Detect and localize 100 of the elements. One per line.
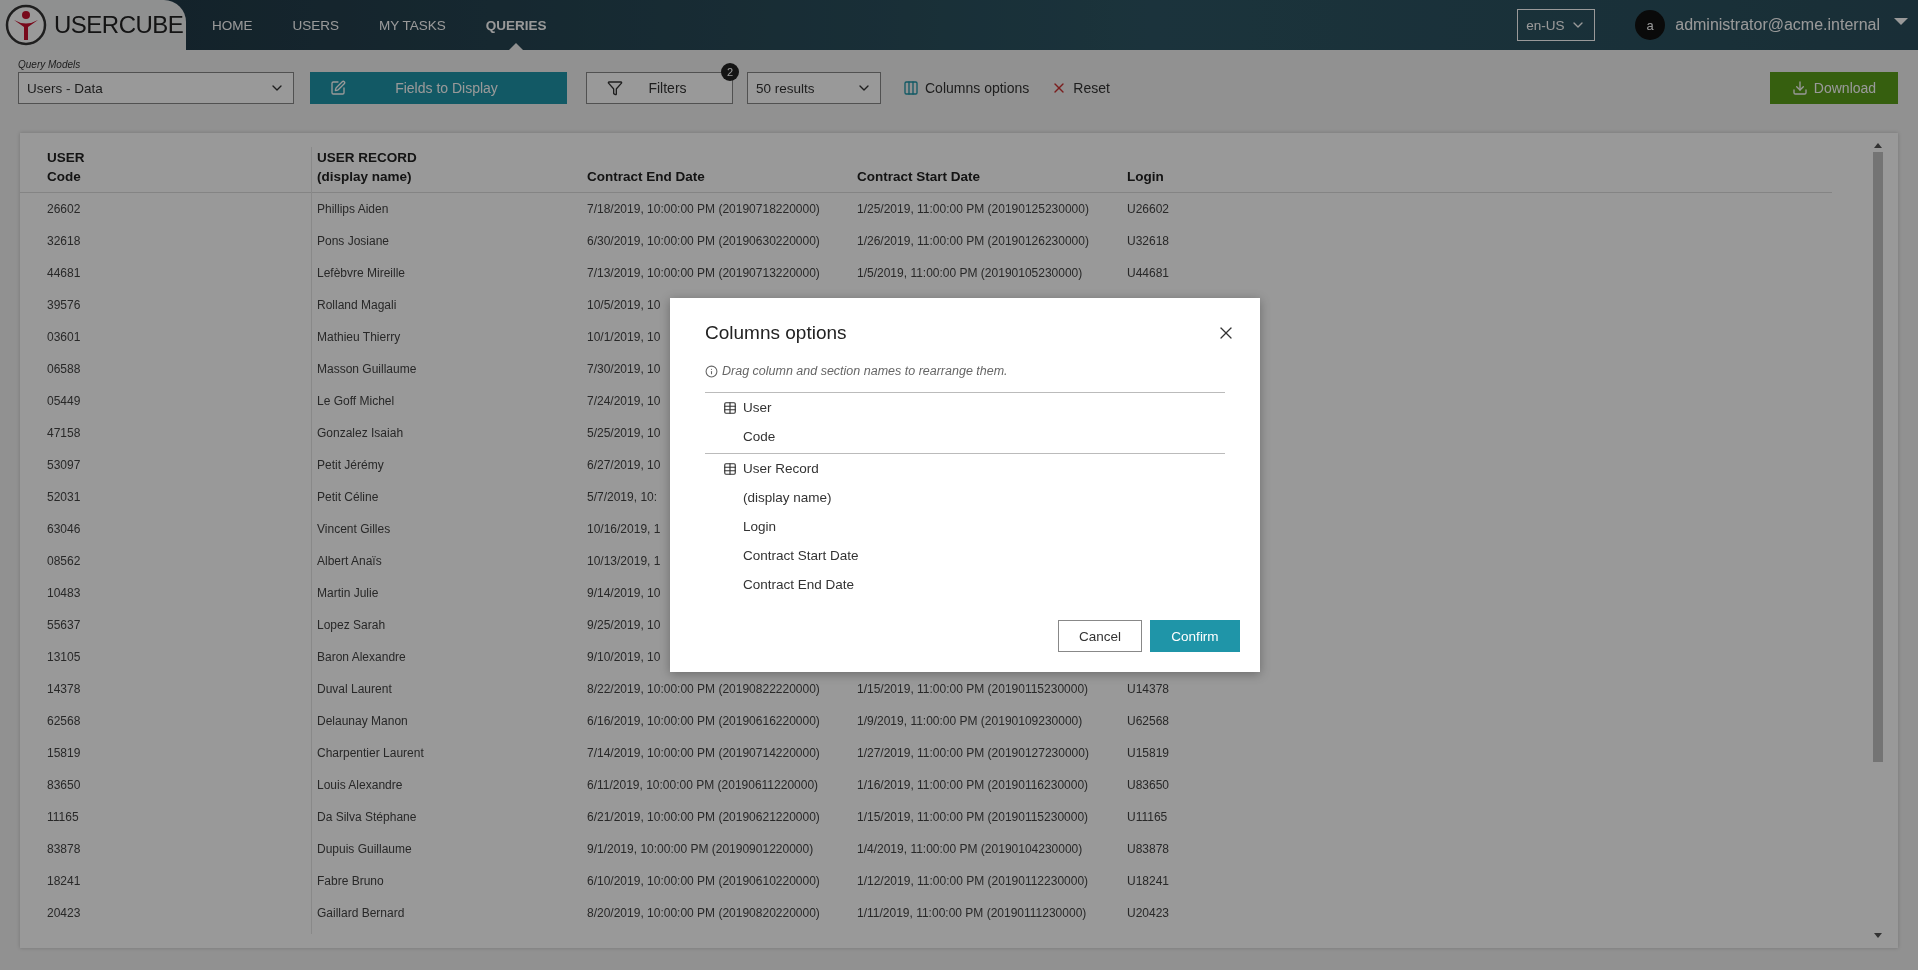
table-cell: Mathieu Thierry xyxy=(317,330,401,344)
columns-options-button[interactable]: Columns options xyxy=(903,72,1030,104)
table-cell: Duval Laurent xyxy=(317,682,392,696)
table-cell: Lopez Sarah xyxy=(317,618,386,632)
hint-text: Drag column and section names to rearrange them. xyxy=(722,364,1008,378)
column-header[interactable]: (display name) xyxy=(317,167,587,186)
columns-icon xyxy=(903,80,919,96)
section-name[interactable]: User xyxy=(743,400,772,415)
section-name[interactable]: User Record xyxy=(743,461,819,476)
download-icon xyxy=(1791,80,1808,96)
user-email[interactable]: administrator@acme.internal xyxy=(1675,16,1880,34)
info-icon xyxy=(705,364,718,378)
table-cell: Le Goff Michel xyxy=(317,394,395,408)
table-cell: Rolland Magali xyxy=(317,298,397,312)
confirm-button[interactable]: Confirm xyxy=(1150,620,1240,652)
table-cell: Dupuis Guillaume xyxy=(317,842,412,856)
column-name[interactable]: (display name) xyxy=(705,483,832,512)
table-cell: 06588 xyxy=(47,362,81,376)
table-cell: 9/10/2019, 10 xyxy=(587,650,661,664)
table-cell: 26602 xyxy=(47,202,81,216)
table-cell: 1/9/2019, 11:00:00 PM (20190109230000) xyxy=(857,714,1083,728)
table-cell: Martin Julie xyxy=(317,586,379,600)
table-cell: 1/15/2019, 11:00:00 PM (20190115230000) xyxy=(857,810,1089,824)
table-cell: Gaillard Bernard xyxy=(317,906,405,920)
table-cell: 10/13/2019, 1 xyxy=(587,554,661,568)
table-cell: 6/21/2019, 10:00:00 PM (20190621220000) xyxy=(587,810,820,824)
table-cell: 20423 xyxy=(47,906,81,920)
table-cell: 1/16/2019, 11:00:00 PM (20190116230000) xyxy=(857,778,1089,792)
table-cell: 9/1/2019, 10:00:00 PM (20190901220000) xyxy=(587,842,814,856)
table-cell: 18241 xyxy=(47,874,81,888)
caret-icon[interactable] xyxy=(1894,17,1908,25)
column-name[interactable]: Code xyxy=(705,422,776,451)
table-cell: 7/13/2019, 10:00:00 PM (20190713220000) xyxy=(587,266,820,280)
table-icon xyxy=(723,461,737,476)
table-cell: 44681 xyxy=(47,266,81,280)
user-avatar: a xyxy=(1635,10,1666,40)
column-header[interactable]: Login xyxy=(1127,167,1832,186)
nav-tab[interactable]: MY TASKS xyxy=(359,0,466,50)
table-cell: 08562 xyxy=(47,554,81,568)
table-cell: 62568 xyxy=(47,714,81,728)
table-cell: 1/25/2019, 11:00:00 PM (20190125230000) xyxy=(857,202,1089,216)
table-cell: Petit Céline xyxy=(317,490,379,504)
reset-button[interactable]: Reset xyxy=(1051,72,1110,104)
table-cell: 8/22/2019, 10:00:00 PM (20190822220000) xyxy=(587,682,820,696)
table-cell: Da Silva Stéphane xyxy=(317,810,417,824)
table-cell: 10/16/2019, 1 xyxy=(587,522,661,536)
table-cell: 1/4/2019, 11:00:00 PM (20190104230000) xyxy=(857,842,1083,856)
nav-tab[interactable]: QUERIES xyxy=(465,0,567,50)
table-cell: 1/26/2019, 11:00:00 PM (20190126230000) xyxy=(857,234,1089,248)
table-cell: 05449 xyxy=(47,394,81,408)
column-header[interactable]: Contract End Date xyxy=(587,167,857,186)
table-cell: Vincent Gilles xyxy=(317,522,391,536)
results-select[interactable]: 50 results xyxy=(747,72,881,104)
table-cell: 1/15/2019, 11:00:00 PM (20190115230000) xyxy=(857,682,1089,696)
table-cell: Phillips Aiden xyxy=(317,202,389,216)
table-cell: 39576 xyxy=(47,298,81,312)
column-name[interactable]: Contract End Date xyxy=(705,570,855,599)
column-header[interactable]: Code xyxy=(47,167,317,186)
table-cell: Fabre Bruno xyxy=(317,874,384,888)
table-cell: Baron Alexandre xyxy=(317,650,406,664)
table-cell: Masson Guillaume xyxy=(317,362,417,376)
table-cell: 14378 xyxy=(47,682,81,696)
table-cell: 7/18/2019, 10:00:00 PM (20190718220000) xyxy=(587,202,820,216)
column-header[interactable]: Contract Start Date xyxy=(857,167,1127,186)
column-name[interactable]: Contract Start Date xyxy=(705,541,859,570)
table-cell: 7/24/2019, 10 xyxy=(587,394,661,408)
table-cell: U20423 xyxy=(1127,906,1170,920)
table-cell: Delaunay Manon xyxy=(317,714,408,728)
nav-tab[interactable]: USERS xyxy=(272,0,359,50)
table-cell: Lefèbvre Mireille xyxy=(317,266,406,280)
table-cell: 32618 xyxy=(47,234,81,248)
table-cell: 6/10/2019, 10:00:00 PM (20190610220000) xyxy=(587,874,820,888)
section-header: USER xyxy=(47,149,86,167)
table-cell: 55637 xyxy=(47,618,81,632)
table-cell: 83650 xyxy=(47,778,81,792)
table-cell: 6/27/2019, 10 xyxy=(587,458,661,472)
table-cell: U18241 xyxy=(1127,874,1170,888)
table-cell: 6/30/2019, 10:00:00 PM (20190630220000) xyxy=(587,234,820,248)
table-cell: 53097 xyxy=(47,458,81,472)
language-select[interactable]: en-US xyxy=(1517,9,1596,41)
table-cell: 1/11/2019, 11:00:00 PM (20190111230000) xyxy=(857,906,1087,920)
table-cell: U44681 xyxy=(1127,266,1170,280)
table-cell: Charpentier Laurent xyxy=(317,746,424,760)
edit-icon xyxy=(330,80,346,96)
column-name[interactable]: Login xyxy=(705,512,777,541)
section-header: USER RECORD xyxy=(317,149,418,167)
logo-icon xyxy=(4,3,48,47)
table-cell: U14378 xyxy=(1127,682,1170,696)
table-cell: U83878 xyxy=(1127,842,1170,856)
table-cell: U15819 xyxy=(1127,746,1170,760)
nav-tab[interactable]: HOME xyxy=(192,0,273,50)
table-cell: 11165 xyxy=(47,810,79,824)
query-model-select[interactable]: Users - Data xyxy=(18,72,294,104)
table-cell: 7/30/2019, 10 xyxy=(587,362,661,376)
table-cell: Petit Jérémy xyxy=(317,458,384,472)
cancel-button[interactable]: Cancel xyxy=(1058,620,1142,652)
table-cell: 10/5/2019, 10 xyxy=(587,298,661,312)
table-cell: 52031 xyxy=(47,490,81,504)
table-cell: 83878 xyxy=(47,842,81,856)
table-cell: U83650 xyxy=(1127,778,1170,792)
